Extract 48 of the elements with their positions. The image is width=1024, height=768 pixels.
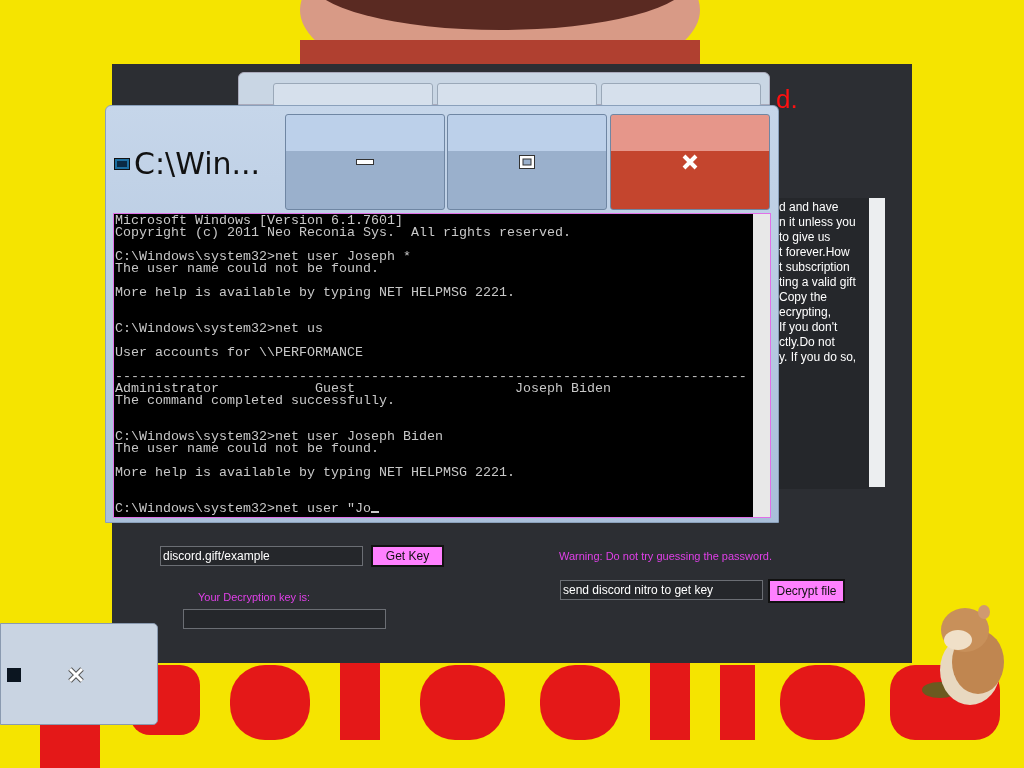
console-icon [114, 157, 130, 170]
maximize-icon [519, 155, 535, 169]
window-button[interactable] [437, 83, 597, 107]
message-line: ecrypting, [779, 305, 833, 320]
minimize-icon [356, 159, 374, 165]
message-line: to give us [779, 230, 832, 245]
console-line: The user name could not be found. [115, 443, 379, 455]
console-line: Copyright (c) 2011 Neo Reconia Sys. All rights reserved. [115, 227, 571, 239]
scrollbar[interactable] [869, 198, 885, 487]
gift-code-field[interactable]: discord.gift/example [160, 546, 363, 566]
console-line: C:\Windows\system32>net user Joseph Biden [115, 431, 443, 443]
message-line: t forever.How [779, 245, 851, 260]
message-line: ctly.Do not [779, 335, 836, 350]
message-line: Copy the [779, 290, 829, 305]
console-prompt[interactable]: C:\Windows\system32>net user "Jo [115, 503, 379, 515]
close-icon [682, 154, 698, 170]
console-line: C:\Windows\system32>net user Joseph * [115, 251, 411, 263]
window-button[interactable] [273, 83, 433, 107]
console-line: More help is available by typing NET HELPMSG 2221. [115, 287, 515, 299]
close-button[interactable] [610, 114, 770, 210]
console-line: The command completed successfully. [115, 395, 395, 407]
console-line: More help is available by typing NET HELPMSG 2221. [115, 467, 515, 479]
console-line: User accounts for \\PERFORMANCE [115, 347, 363, 359]
warning-text: Warning: Do not try guessing the password. [559, 550, 772, 562]
get-key-button[interactable]: Get Key [371, 545, 444, 567]
key-field[interactable]: send discord nitro to get key [560, 580, 763, 600]
console-line: Administrator Guest Joseph Biden [115, 383, 611, 395]
console-line: The user name could not be found. [115, 263, 379, 275]
window-button[interactable] [601, 83, 761, 107]
message-line: d and have [779, 200, 840, 215]
decrypt-button[interactable]: Decrypt file [768, 579, 845, 603]
decryption-key-label: Your Decryption key is: [198, 591, 311, 603]
message-line: t subscription [779, 260, 851, 275]
console-line: ------------------------------------------------------------------------------- [115, 371, 747, 383]
decryption-key-field[interactable] [183, 609, 386, 629]
console-line: Microsoft Windows [Version 6.1.7601] [115, 215, 403, 227]
message-line: n it unless you [779, 215, 857, 230]
message-line: If you don't [779, 320, 839, 335]
close-icon[interactable] [67, 667, 85, 683]
console-line: C:\Windows\system32>net us [115, 323, 323, 335]
message-line: ting a valid gift [779, 275, 857, 290]
maximize-button[interactable] [447, 114, 607, 210]
window-title: C:\Win... [134, 146, 261, 181]
message-line: y. If you do so, [779, 350, 858, 365]
scrollbar[interactable] [753, 214, 770, 517]
minimize-button[interactable] [285, 114, 445, 210]
app-title: d. [776, 84, 798, 115]
app-icon [7, 668, 21, 682]
